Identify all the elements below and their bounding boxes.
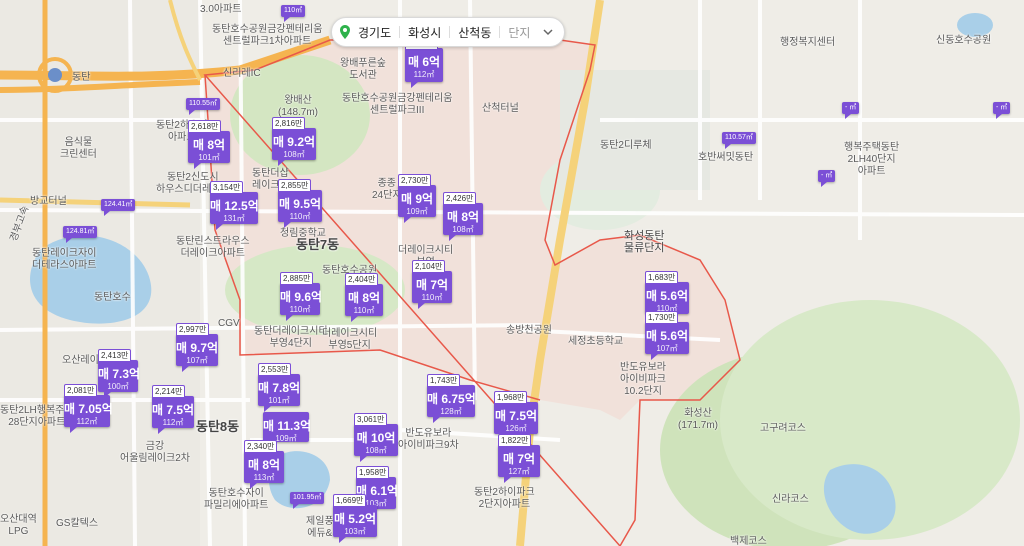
chevron-down-icon[interactable] xyxy=(542,26,554,38)
breadcrumb-province[interactable]: 경기도 xyxy=(358,24,391,41)
label-apt-d: 더레이크시티 부영5단지 xyxy=(322,328,378,351)
label-wangbae-library: 왕배푸른숲 도서관 xyxy=(340,58,386,81)
label-apt-m: 금강 어울림레이크2차 xyxy=(120,441,190,464)
label-dongtan8dong: 동탄8동 xyxy=(196,419,240,434)
listing-marker[interactable]: 2,081만 매 7.05억 112㎡ xyxy=(64,384,113,433)
area-marker[interactable]: 110.57㎡ xyxy=(722,132,756,149)
listing-marker[interactable]: 2,855만 매 9.5억 110㎡ xyxy=(278,179,322,228)
label-singdong-park: 신동호수공원 xyxy=(936,35,992,46)
label-cheongrim: 청림중학교 xyxy=(280,228,326,239)
label-apt-j: 동탄2LH행복주택 28단지아파트 xyxy=(0,405,74,428)
listing-marker[interactable]: 2,426만 매 8억 108㎡ xyxy=(443,192,483,241)
listing-marker[interactable]: 3,061만 매 10억 108㎡ xyxy=(354,413,398,462)
area-marker[interactable]: 124.81㎡ xyxy=(63,226,98,243)
listing-marker[interactable]: 2,340만 매 8억 113㎡ xyxy=(244,440,284,489)
label-apt-i: 동탄레이크자이 더테라스아파트 xyxy=(32,248,97,271)
area-marker[interactable]: 110㎡ xyxy=(281,5,306,22)
label-apt-f: 반도유보라 아이비파크 10.2단지 xyxy=(620,362,666,397)
label-apt-n: 반도유보라 아이비파크9차 xyxy=(398,428,459,451)
label-sejeong-school: 세정초등학교 xyxy=(568,336,624,347)
label-apt-c: 동탄더레이크시티 부영4단지 xyxy=(254,326,328,349)
breadcrumb-divider xyxy=(449,26,451,38)
label-admin-center: 행정복지센터 xyxy=(780,37,836,48)
area-marker[interactable]: 110.55㎡ xyxy=(186,98,220,115)
listing-marker[interactable]: 2,885만 매 9.6억 110㎡ xyxy=(280,272,322,321)
breadcrumb-divider xyxy=(399,26,401,38)
area-marker[interactable]: - ㎡ xyxy=(842,102,860,119)
listing-marker[interactable]: 2,997만 매 9.7억 107㎡ xyxy=(176,323,218,372)
breadcrumb-city[interactable]: 화성시 xyxy=(408,24,441,41)
area-marker[interactable]: 101.95㎡ xyxy=(290,492,325,509)
listing-marker[interactable]: 1,669만 매 5.2억 103㎡ xyxy=(333,494,377,543)
listing-marker[interactable]: 1,730만 매 5.6억 107㎡ xyxy=(645,311,689,360)
listing-marker[interactable]: 2,816만 매 9.2억 108㎡ xyxy=(272,117,316,166)
label-apt-k: 동탄2하이파크 2단지아파트 xyxy=(474,487,535,510)
label-apt-b: 동탄호수공원금강펜테리움 센트럴파크1차아파트 xyxy=(212,24,323,47)
region-breadcrumb: 경기도 화성시 산척동 단지 xyxy=(331,17,566,47)
label-golf-baekje: 백제코스 xyxy=(730,536,767,546)
label-haengbok40: 행복주택동탄 2LH40단지 아파트 xyxy=(844,142,900,177)
listing-marker[interactable]: 3,154만 매 12.5억 131㎡ xyxy=(210,181,259,230)
label-hoban: 호반써밋동탄 xyxy=(698,152,754,163)
area-marker[interactable]: - ㎡ xyxy=(993,102,1011,119)
area-marker[interactable]: 124.41㎡ xyxy=(101,199,136,216)
listing-marker[interactable]: 1,683만 매 5.6억 110㎡ xyxy=(645,271,689,320)
label-apt-s: 오산대역 LPG xyxy=(0,514,37,537)
label-wangbaesan: 왕배산 (148.7m) xyxy=(278,95,319,118)
listing-marker[interactable]: 매 11.3억 109㎡ xyxy=(263,412,311,448)
label-logistics: 화성동탄 물류단지 xyxy=(624,230,665,254)
listing-marker[interactable]: 2,214만 매 7.5억 112㎡ xyxy=(152,385,194,434)
label-apt-e: 동탄린스트라우스 더레이크아파트 xyxy=(176,236,250,259)
listing-marker[interactable]: 2,618만 매 8억 101㎡ xyxy=(188,120,230,169)
listing-marker[interactable]: 2,553만 매 7.8억 101㎡ xyxy=(258,363,300,412)
label-golf-silla: 신라코스 xyxy=(772,494,809,505)
label-sinri-ic: 신리레IC xyxy=(223,68,261,79)
label-apt-t: GS칼텍스 xyxy=(56,518,99,529)
label-apt-a: 동탄호수공원금강펜테리움 센트럴파크III xyxy=(342,93,453,116)
breadcrumb-level[interactable]: 단지 xyxy=(508,24,530,41)
listing-marker[interactable]: 1,771만매 6억112㎡ xyxy=(405,37,443,88)
listing-marker[interactable]: 2,104만 매 7억 110㎡ xyxy=(412,260,452,309)
label-apt-r: 3.0아파트 xyxy=(200,4,242,15)
label-hwaseongsan: 화성산 (171.7m) xyxy=(678,408,719,431)
listing-marker[interactable]: 2,730만 매 9억 109㎡ xyxy=(398,174,436,223)
label-dongtan2dirye: 동탄2디루체 xyxy=(600,140,652,151)
area-marker[interactable]: - ㎡ xyxy=(818,170,836,187)
label-eumcrean: 음식물 크린센터 xyxy=(60,137,97,160)
listing-marker[interactable]: 2,413만 매 7.3억 100㎡ xyxy=(98,349,140,398)
breadcrumb-divider xyxy=(499,26,501,38)
label-bangyotunnel: 방교터널 xyxy=(30,196,67,207)
label-sancheoktunnel: 산척터널 xyxy=(482,103,519,114)
label-dongtan-ic: 동탄 xyxy=(72,72,91,83)
label-dongtanho: 동탄호수 xyxy=(94,292,131,303)
label-cgv: CGV xyxy=(218,318,240,329)
breadcrumb-district[interactable]: 산척동 xyxy=(458,24,491,41)
listing-marker[interactable]: 2,404만 매 8억 110㎡ xyxy=(345,273,383,322)
listing-marker[interactable]: 1,743만 매 6.75억 128㎡ xyxy=(427,374,476,423)
map-canvas[interactable]: 동탄7동 동탄8동 왕배산 (148.7m) 화성산 (171.7m) 동탄호수… xyxy=(0,0,1024,546)
label-apt-l: 동탄호수자이 파밀리에아파트 xyxy=(204,488,269,511)
label-dongtan7dong: 동탄7동 xyxy=(296,237,340,252)
listing-marker[interactable]: 1,968만 매 7.5억 126㎡ xyxy=(494,391,538,440)
label-songbangcheon: 송방천공원 xyxy=(506,325,552,336)
location-pin-icon xyxy=(340,25,350,39)
label-golf-goguryeo: 고구려코스 xyxy=(760,423,806,434)
listing-marker[interactable]: 1,822만 매 7억 127㎡ xyxy=(498,434,540,483)
